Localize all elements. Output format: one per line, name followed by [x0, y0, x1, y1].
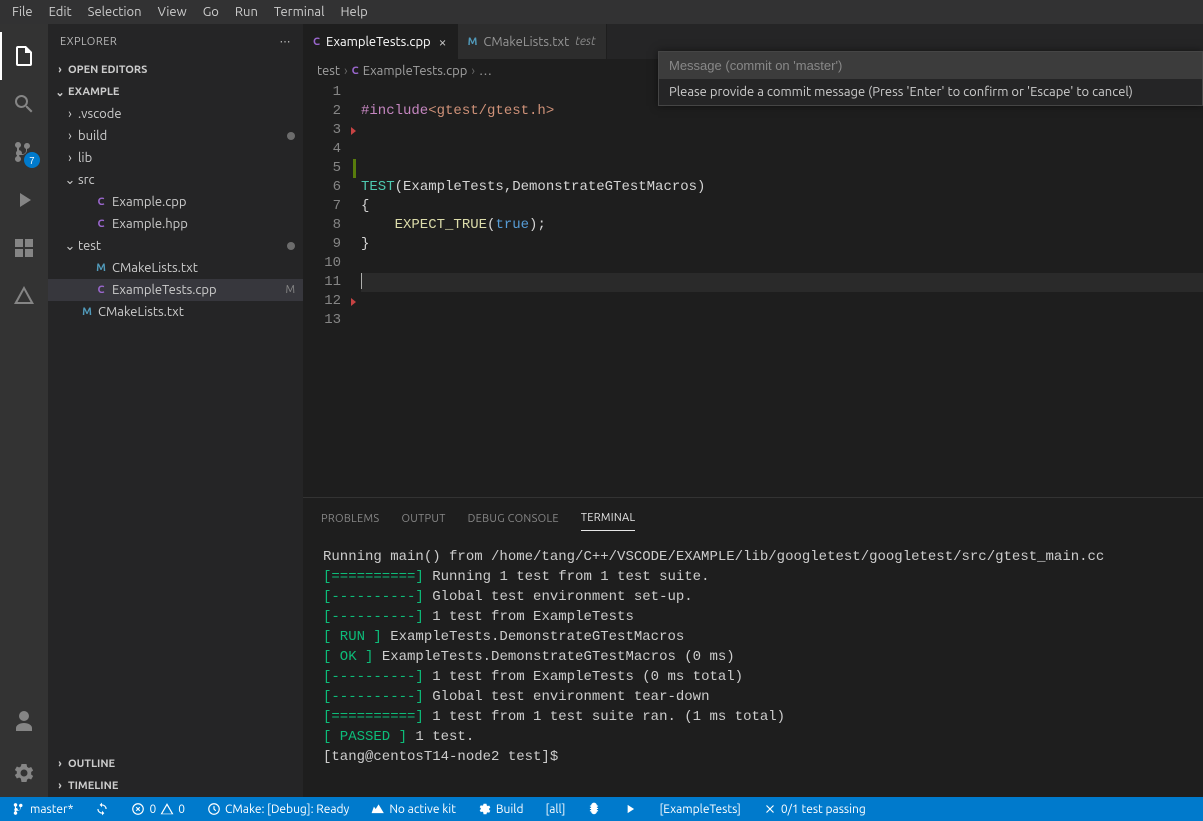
problems-status[interactable]: 0 0: [127, 797, 189, 821]
outline-header[interactable]: ›OUTLINE: [48, 753, 303, 775]
folder-build[interactable]: ›build: [48, 125, 303, 147]
panel-tab-debug-console[interactable]: DEBUG CONSOLE: [468, 513, 559, 531]
project-header[interactable]: ⌄EXAMPLE: [48, 81, 303, 103]
cmake-icon[interactable]: [0, 272, 48, 320]
tab-ExampleTests-cpp[interactable]: CExampleTests.cpp×: [303, 24, 458, 59]
file-CMakeLists-txt[interactable]: MCMakeLists.txt: [48, 301, 303, 323]
more-icon[interactable]: ⋯: [280, 35, 292, 48]
status-bar: master* 0 0 CMake: [Debug]: Ready No act…: [0, 797, 1203, 821]
editor-area: Please provide a commit message (Press '…: [303, 24, 1203, 797]
open-editors-header[interactable]: ›OPEN EDITORS: [48, 59, 303, 81]
build-target[interactable]: [all]: [541, 797, 569, 821]
folder-test[interactable]: ⌄test: [48, 235, 303, 257]
bottom-panel: PROBLEMS OUTPUT DEBUG CONSOLE TERMINAL Runn…: [303, 497, 1203, 797]
settings-icon[interactable]: [0, 749, 48, 797]
debug-launch-icon[interactable]: [583, 797, 605, 821]
menu-selection[interactable]: Selection: [80, 0, 150, 24]
source-control-icon[interactable]: 7: [0, 128, 48, 176]
search-icon[interactable]: [0, 80, 48, 128]
tab-CMakeLists-txt[interactable]: MCMakeLists.txttest: [458, 24, 607, 59]
launch-play-icon[interactable]: [619, 797, 641, 821]
timeline-header[interactable]: ›TIMELINE: [48, 775, 303, 797]
panel-tabs: PROBLEMS OUTPUT DEBUG CONSOLE TERMINAL: [303, 498, 1203, 531]
activity-bar: 7: [0, 24, 48, 797]
panel-tab-output[interactable]: OUTPUT: [401, 513, 445, 531]
file-tree: ›.vscode›build›lib⌄srcCExample.cppCExamp…: [48, 103, 303, 753]
cmake-icon: M: [92, 262, 110, 274]
menu-terminal[interactable]: Terminal: [266, 0, 333, 24]
folder-lib[interactable]: ›lib: [48, 147, 303, 169]
menu-file[interactable]: File: [4, 0, 41, 24]
explorer-icon[interactable]: [0, 32, 48, 80]
test-status[interactable]: 0/1 test passing: [759, 797, 870, 821]
folder-src[interactable]: ⌄src: [48, 169, 303, 191]
line-gutter: 12345678910111213: [303, 83, 353, 497]
file-Example-cpp[interactable]: CExample.cpp: [48, 191, 303, 213]
menu-edit[interactable]: Edit: [41, 0, 80, 24]
menu-help[interactable]: Help: [332, 0, 375, 24]
branch-status[interactable]: master*: [8, 797, 77, 821]
sidebar-title: EXPLORER ⋯: [48, 24, 303, 59]
run-debug-icon[interactable]: [0, 176, 48, 224]
menu-view[interactable]: View: [150, 0, 195, 24]
sidebar: EXPLORER ⋯ ›OPEN EDITORS ⌄EXAMPLE ›.vsco…: [48, 24, 303, 797]
glyph-margin: [353, 83, 361, 497]
scm-badge: 7: [24, 152, 40, 168]
build-status[interactable]: Build: [474, 797, 528, 821]
cpp-icon: C: [92, 196, 110, 208]
commit-input-box: Please provide a commit message (Press '…: [658, 51, 1203, 106]
file-ExampleTests-cpp[interactable]: CExampleTests.cppM: [48, 279, 303, 301]
file-Example-hpp[interactable]: CExample.hpp: [48, 213, 303, 235]
code-editor[interactable]: 12345678910111213 #include<gtest/gtest.h…: [303, 83, 1203, 497]
cpp-icon: C: [92, 218, 110, 230]
account-icon[interactable]: [0, 697, 48, 745]
sync-status[interactable]: [91, 797, 113, 821]
cpp-icon: C: [92, 284, 110, 296]
launch-target[interactable]: [ExampleTests]: [655, 797, 744, 821]
folder--vscode[interactable]: ›.vscode: [48, 103, 303, 125]
panel-tab-problems[interactable]: PROBLEMS: [321, 513, 379, 531]
close-icon[interactable]: ×: [439, 34, 447, 50]
menu-go[interactable]: Go: [195, 0, 227, 24]
menu-run[interactable]: Run: [227, 0, 266, 24]
commit-validation-message: Please provide a commit message (Press '…: [659, 79, 1202, 105]
cpp-icon: C: [352, 65, 359, 77]
terminal[interactable]: Running main() from /home/tang/C++/VSCOD…: [303, 531, 1203, 797]
extensions-icon[interactable]: [0, 224, 48, 272]
menubar: FileEditSelectionViewGoRunTerminalHelp: [0, 0, 1203, 24]
cmake-icon: M: [78, 306, 96, 318]
commit-message-input[interactable]: [659, 52, 1202, 79]
kit-status[interactable]: No active kit: [367, 797, 460, 821]
file-CMakeLists-txt[interactable]: MCMakeLists.txt: [48, 257, 303, 279]
panel-tab-terminal[interactable]: TERMINAL: [581, 512, 636, 531]
cmake-status[interactable]: CMake: [Debug]: Ready: [203, 797, 353, 821]
